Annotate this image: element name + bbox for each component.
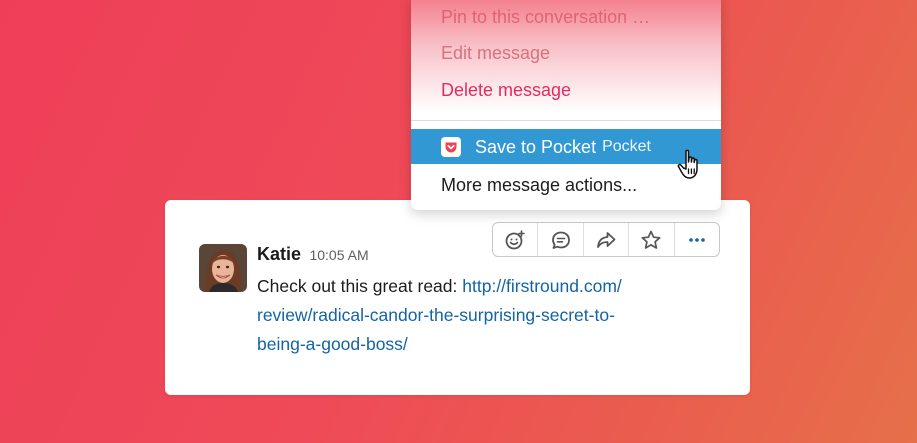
star-button[interactable] <box>629 223 675 256</box>
menu-item-delete[interactable]: Delete message <box>411 73 721 107</box>
message-context-menu: Pin to this conversation … Edit message … <box>411 0 721 210</box>
save-to-pocket-label: Save to Pocket <box>475 136 597 157</box>
message-text: Check out this great read: http://firstr… <box>257 272 697 359</box>
author-name[interactable]: Katie <box>257 244 301 264</box>
link-line-3[interactable]: being-a-good-boss/ <box>257 334 408 354</box>
avatar[interactable] <box>199 244 247 292</box>
link-line-2[interactable]: review/radical-candor-the-surprising-sec… <box>257 305 615 325</box>
hand-pointer-cursor-icon <box>677 148 707 189</box>
pocket-app-label: Pocket <box>602 137 651 155</box>
share-button[interactable] <box>584 223 630 256</box>
more-actions-button[interactable] <box>675 223 719 256</box>
timestamp[interactable]: 10:05 AM <box>309 247 368 263</box>
add-reaction-button[interactable] <box>493 223 539 256</box>
star-icon <box>641 230 661 249</box>
message-header: Katie 10:05 AM <box>257 244 369 265</box>
link-line-1[interactable]: http://firstround.com/ <box>462 276 622 296</box>
message-actions-toolbar <box>492 222 720 257</box>
more-actions-icon <box>689 237 705 242</box>
share-icon <box>597 231 616 248</box>
menu-divider <box>411 120 721 121</box>
message-card: Katie 10:05 AM Check out this great read… <box>165 200 750 395</box>
pocket-icon <box>441 136 461 157</box>
add-reaction-icon <box>505 229 526 249</box>
menu-item-more-actions[interactable]: More message actions... <box>411 168 721 202</box>
menu-item-save-to-pocket[interactable]: Save to Pocket Pocket <box>411 129 721 164</box>
reply-thread-icon <box>551 231 570 249</box>
message-body: Check out this great read: <box>257 276 458 296</box>
reply-thread-button[interactable] <box>538 223 584 256</box>
menu-item-edit[interactable]: Edit message <box>411 36 721 70</box>
menu-item-pin[interactable]: Pin to this conversation … <box>411 0 721 34</box>
